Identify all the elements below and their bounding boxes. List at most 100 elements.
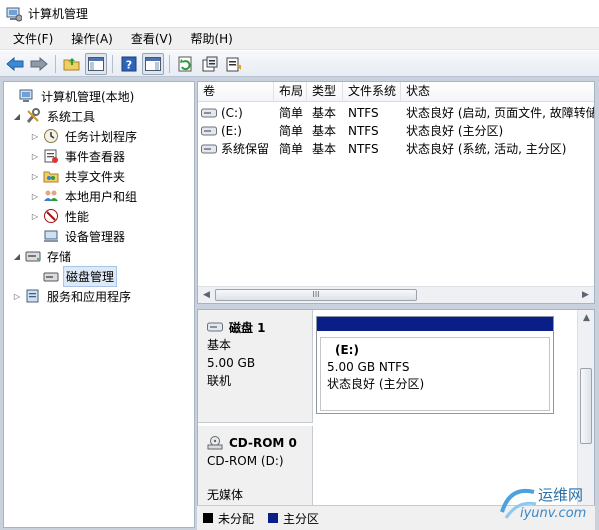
- partition-status: 状态良好 (主分区): [327, 377, 425, 391]
- title-bar: 计算机管理: [0, 0, 599, 28]
- toolbar-separator: [169, 54, 170, 73]
- cdrom-status: 无媒体: [207, 488, 244, 502]
- tree-item-task-scheduler[interactable]: ▷ 任务计划程序: [30, 126, 139, 146]
- tree-item-label: 磁盘管理: [63, 265, 118, 287]
- tree-item-disk-management[interactable]: 磁盘管理: [30, 265, 118, 287]
- disk-type: 基本: [207, 338, 232, 352]
- scroll-grip: III: [312, 290, 320, 299]
- status-cell: 状态良好 (主分区): [406, 124, 504, 138]
- tree-expander[interactable]: ▷: [30, 152, 40, 161]
- event-viewer-icon: [44, 149, 58, 163]
- tree-expander[interactable]: ▷: [12, 292, 22, 301]
- tree-expander[interactable]: ▷: [30, 192, 40, 201]
- drive-icon: [201, 108, 217, 118]
- column-header-type[interactable]: 类型: [307, 82, 343, 102]
- refresh-icon: [178, 56, 192, 71]
- file-system-cell: NTFS: [348, 106, 379, 120]
- tree-expander[interactable]: ▷: [30, 172, 40, 181]
- partition-e[interactable]: (E:) 5.00 GB NTFS 状态良好 (主分区): [316, 316, 554, 414]
- task-scheduler-icon: [44, 129, 58, 143]
- tree-item-shared-folders[interactable]: ▷ 共享文件夹: [30, 166, 127, 186]
- disk-1-name-row: 磁盘 1: [207, 318, 312, 336]
- horizontal-scroll-thumb[interactable]: III: [215, 289, 417, 301]
- status-cell: 状态良好 (系统, 活动, 主分区): [406, 142, 567, 156]
- up-level-button[interactable]: [61, 53, 83, 75]
- menu-action[interactable]: 操作(A): [62, 29, 122, 49]
- horizontal-scrollbar[interactable]: ◀ III ▶: [198, 286, 594, 303]
- menu-help[interactable]: 帮助(H): [181, 29, 241, 49]
- show-hide-action-pane-icon: [145, 56, 161, 71]
- tree-item-computer-management[interactable]: 计算机管理(本地): [6, 86, 136, 106]
- content-area: 计算机管理(本地) ◢ 系统工具 ▷ 任务计划程序 ▷ 事件查看器 ▷ 共享文件…: [0, 77, 599, 530]
- drive-icon: [201, 126, 217, 136]
- forward-button[interactable]: [28, 53, 50, 75]
- partition-size-fs: 5.00 GB NTFS: [327, 360, 410, 374]
- tree-item-services-applications[interactable]: ▷ 服务和应用程序: [12, 286, 133, 306]
- scroll-up-arrow-icon[interactable]: ▲: [578, 310, 594, 327]
- scroll-left-arrow-icon[interactable]: ◀: [198, 287, 215, 303]
- type-cell: 基本: [312, 142, 337, 156]
- table-row[interactable]: (E:) 简单 基本 NTFS 状态良好 (主分区): [198, 122, 594, 140]
- window-title: 计算机管理: [28, 7, 89, 21]
- console-tree: 计算机管理(本地) ◢ 系统工具 ▷ 任务计划程序 ▷ 事件查看器 ▷ 共享文件…: [3, 81, 195, 528]
- menu-file[interactable]: 文件(F): [4, 29, 62, 49]
- properties-button[interactable]: [199, 53, 221, 75]
- back-button[interactable]: [4, 53, 26, 75]
- tree-item-label: 共享文件夹: [65, 169, 126, 184]
- column-header-file-system[interactable]: 文件系统: [343, 82, 401, 102]
- tree-item-label: 系统工具: [47, 109, 96, 124]
- layout-cell: 简单: [279, 124, 304, 138]
- vertical-scroll-thumb[interactable]: [580, 368, 592, 444]
- type-cell: 基本: [312, 124, 337, 138]
- performance-icon: [44, 209, 58, 223]
- tree-expander[interactable]: ◢: [12, 252, 22, 261]
- show-hide-console-tree-button[interactable]: [85, 52, 107, 75]
- tree-expander[interactable]: ◢: [12, 112, 22, 121]
- export-list-icon: [226, 57, 241, 71]
- disk-management-icon: [43, 272, 59, 282]
- legend-primary-partition: 主分区: [283, 511, 320, 526]
- help-button[interactable]: ?: [118, 53, 140, 75]
- refresh-button[interactable]: [175, 53, 197, 75]
- column-header-status[interactable]: 状态: [401, 82, 594, 102]
- device-manager-icon: [44, 230, 58, 242]
- menu-bar: 文件(F) 操作(A) 查看(V) 帮助(H): [0, 28, 599, 50]
- column-header-volume[interactable]: 卷: [198, 82, 274, 102]
- table-row[interactable]: 系统保留 简单 基本 NTFS 状态良好 (系统, 活动, 主分区): [198, 140, 594, 158]
- partition-details: (E:) 5.00 GB NTFS 状态良好 (主分区): [320, 337, 550, 411]
- svg-text:?: ?: [126, 58, 132, 71]
- disk-1-info[interactable]: 磁盘 1 基本 5.00 GB 联机: [198, 310, 313, 423]
- partition-name: (E:): [335, 343, 359, 357]
- table-row[interactable]: (C:) 简单 基本 NTFS 状态良好 (启动, 页面文件, 故障转储: [198, 104, 594, 122]
- show-hide-tree-icon: [88, 56, 104, 71]
- tree-expander[interactable]: ▷: [30, 212, 40, 221]
- tree-item-label: 设备管理器: [65, 229, 126, 244]
- computer-management-icon: [19, 89, 33, 102]
- toolbar-separator: [55, 54, 56, 73]
- watermark-en: iyunv.com: [520, 506, 587, 521]
- volume-name: (E:): [221, 124, 242, 138]
- layout-cell: 简单: [279, 142, 304, 156]
- tree-item-storage[interactable]: ◢ 存储: [12, 246, 73, 266]
- tree-item-event-viewer[interactable]: ▷ 事件查看器: [30, 146, 127, 166]
- tree-item-label: 本地用户和组: [65, 189, 138, 204]
- column-header-layout[interactable]: 布局: [274, 82, 307, 102]
- tree-item-performance[interactable]: ▷ 性能: [30, 206, 91, 226]
- scroll-right-arrow-icon[interactable]: ▶: [577, 287, 594, 303]
- tree-item-label: 事件查看器: [65, 149, 126, 164]
- volume-list: 卷 布局 类型 文件系统 状态 (C:) 简单 基本 NTFS 状态良好 (启动…: [197, 81, 595, 304]
- tree-item-device-manager[interactable]: 设备管理器: [30, 226, 127, 246]
- tree-item-system-tools[interactable]: ◢ 系统工具: [12, 106, 97, 126]
- tree-item-local-users-groups[interactable]: ▷ 本地用户和组: [30, 186, 139, 206]
- show-hide-action-pane-button[interactable]: [142, 52, 164, 75]
- volume-list-header: 卷 布局 类型 文件系统 状态: [198, 82, 594, 102]
- properties-icon: [202, 56, 218, 71]
- menu-view[interactable]: 查看(V): [122, 29, 182, 49]
- tree-expander[interactable]: ▷: [30, 132, 40, 141]
- watermark-logo: 运维网 iyunv.com: [496, 480, 596, 528]
- tree-item-label: 存储: [47, 249, 72, 264]
- back-icon: [6, 56, 24, 71]
- watermark-cn: 运维网: [538, 486, 584, 504]
- export-list-button[interactable]: [223, 53, 245, 75]
- system-tools-icon: [26, 108, 40, 123]
